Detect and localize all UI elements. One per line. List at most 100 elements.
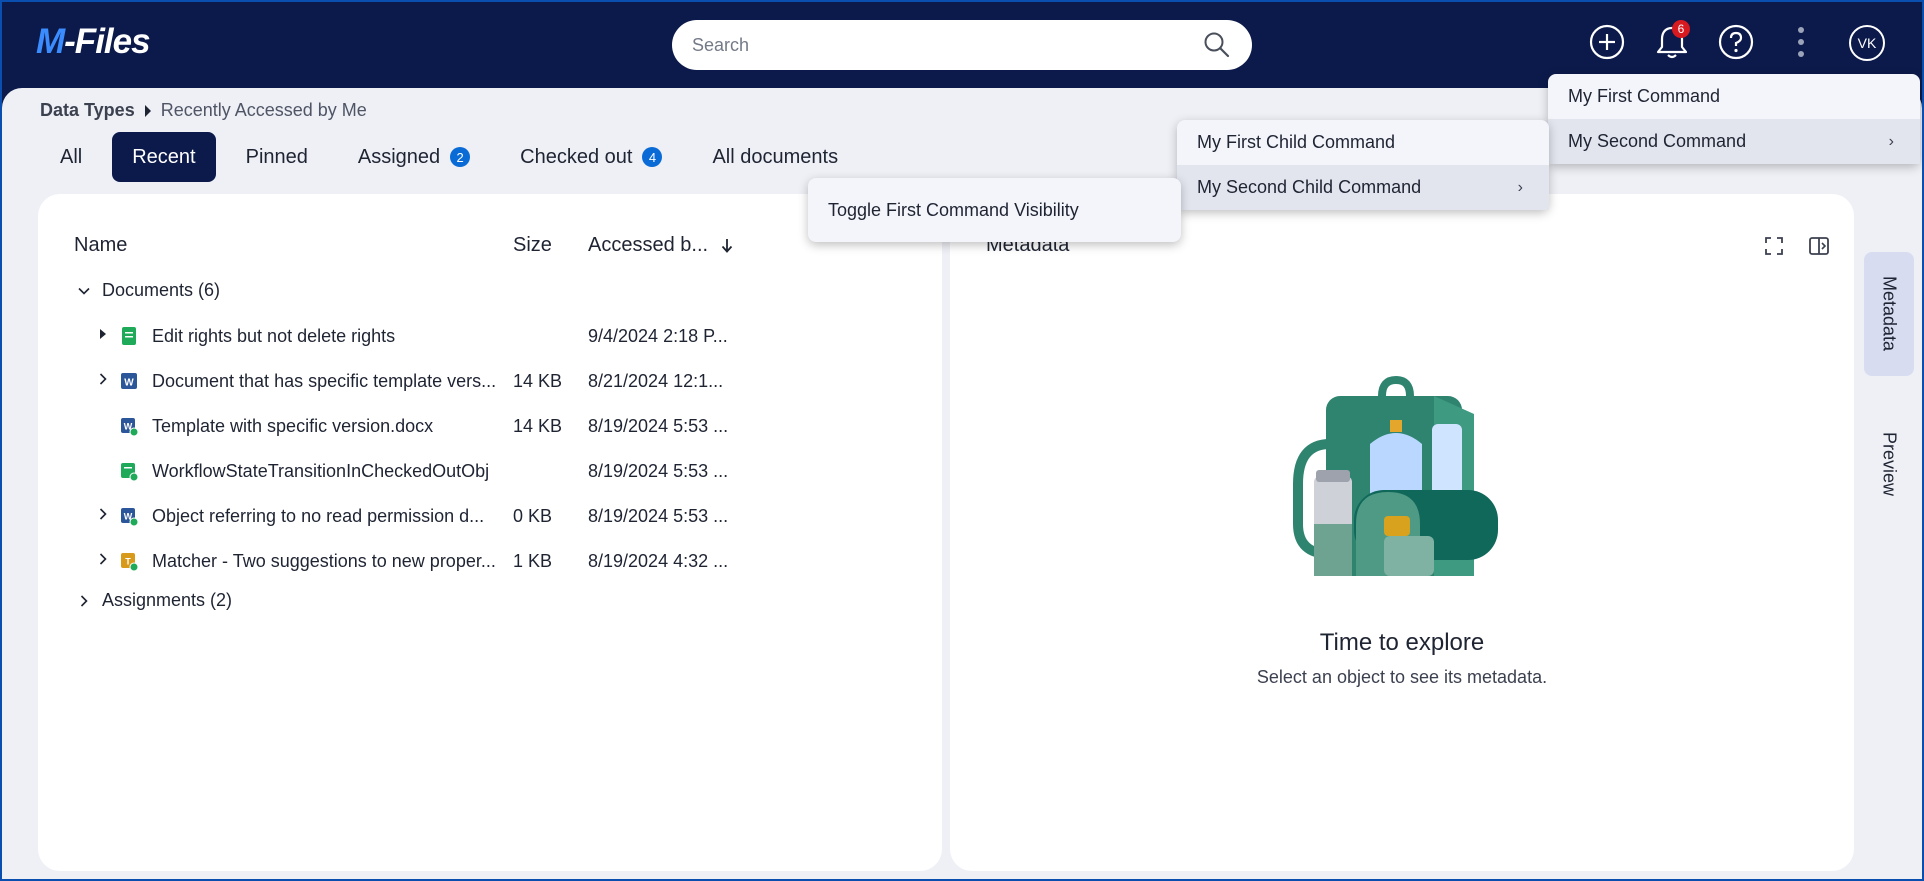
group-label: Assignments (2): [102, 590, 233, 610]
list-item[interactable]: W Object referring to no read permission…: [38, 496, 942, 536]
rail-tab-preview[interactable]: Preview: [1864, 402, 1914, 526]
menu-item-label: My Second Command: [1568, 131, 1747, 151]
item-date: 8/19/2024 4:32 ...: [588, 551, 729, 571]
tab-label: Recent: [132, 145, 196, 168]
tab-checked-out[interactable]: Checked out 4: [500, 132, 682, 182]
tab-label: Pinned: [245, 145, 308, 168]
list-item[interactable]: W Template with specific version.docx 14…: [38, 406, 942, 446]
list-item[interactable]: T Matcher - Two suggestions to new prope…: [38, 541, 942, 581]
notifications-button[interactable]: 6: [1652, 20, 1692, 62]
tab-label: All documents: [712, 145, 839, 168]
breadcrumb-current: Recently Accessed by Me: [160, 100, 367, 120]
svg-text:W: W: [124, 378, 134, 389]
search-bar: [672, 20, 1252, 70]
list-item[interactable]: W Document that has specific template ve…: [38, 361, 942, 401]
list-item[interactable]: Edit rights but not delete rights 9/4/20…: [38, 316, 942, 356]
tab-label: Assigned: [357, 145, 441, 168]
chevron-right-icon[interactable]: [96, 371, 110, 387]
column-header-accessed[interactable]: Accessed b...: [588, 234, 708, 257]
user-avatar[interactable]: VK: [1849, 25, 1885, 61]
empty-state: Time to explore Select an object to see …: [950, 374, 1854, 688]
menu-item-first-command[interactable]: My First Command: [1548, 74, 1920, 119]
group-documents[interactable]: Documents (6): [74, 280, 220, 301]
item-size: 0 KB: [513, 506, 553, 526]
breadcrumb-root[interactable]: Data Types: [40, 100, 135, 121]
item-date: 8/19/2024 5:53 ...: [588, 416, 729, 436]
tab-label: Checked out: [520, 145, 633, 168]
green-doc-check-icon: [121, 463, 138, 481]
tab-all[interactable]: All: [40, 132, 102, 182]
chevron-down-icon: [78, 287, 90, 295]
item-date: 8/19/2024 5:53 ...: [588, 506, 729, 526]
fullscreen-icon[interactable]: [1762, 234, 1786, 258]
group-label: Documents (6): [102, 280, 221, 300]
item-date: 9/4/2024 2:18 P...: [588, 326, 728, 346]
view-tabs: All Recent Pinned Assigned 2 Checked out 4…: [40, 132, 868, 182]
menu-item-label: My First Command: [1568, 86, 1721, 106]
add-button[interactable]: [1587, 22, 1627, 62]
empty-state-title: Time to explore: [1319, 629, 1485, 656]
item-name: Object referring to no read permission d…: [152, 506, 485, 526]
chevron-right-icon[interactable]: [96, 506, 110, 522]
word-doc-icon: W: [121, 373, 137, 389]
collapse-panel-icon[interactable]: [1807, 234, 1831, 258]
chevron-right-icon: [80, 594, 88, 607]
tab-pinned[interactable]: Pinned: [226, 132, 328, 182]
search-input[interactable]: [692, 34, 1202, 56]
tab-label: All: [60, 145, 83, 168]
menu-item-toggle-first-command-visibility[interactable]: Toggle First Command Visibility: [808, 178, 1181, 242]
menu-item-label: My Second Child Command: [1197, 177, 1422, 197]
m-files-logo[interactable]: M-Files: [36, 22, 151, 62]
menu-item-first-child-command[interactable]: My First Child Command: [1177, 120, 1549, 165]
logo-suffix: -Files: [64, 22, 150, 61]
item-name: Edit rights but not delete rights: [152, 326, 396, 346]
word-doc-check-icon: W: [121, 508, 138, 526]
green-doc-icon: [122, 327, 136, 345]
rail-tab-metadata[interactable]: Metadata: [1864, 252, 1914, 376]
tab-count-badge: 4: [642, 147, 663, 167]
chevron-right-icon[interactable]: [96, 551, 110, 567]
plus-circle-icon: [1589, 24, 1625, 60]
caret-right-solid-icon[interactable]: [96, 326, 110, 342]
question-circle-icon: [1718, 24, 1754, 60]
backpack-illustration-icon: [1293, 375, 1498, 576]
kebab-icon: [1798, 27, 1804, 57]
column-header-size[interactable]: Size: [513, 234, 552, 257]
object-list-pane: Name Size Accessed b... Documents (6) Ed…: [38, 194, 942, 871]
arrow-down-icon[interactable]: [720, 236, 734, 256]
item-date: 8/19/2024 5:53 ...: [588, 461, 729, 481]
notification-count-badge: 6: [1672, 20, 1690, 38]
menu-item-second-command[interactable]: My Second Command ›: [1548, 119, 1920, 164]
logo-prefix: M: [36, 22, 65, 61]
tab-recent[interactable]: Recent: [112, 132, 216, 182]
column-header-name[interactable]: Name: [74, 234, 127, 257]
group-assignments[interactable]: Assignments (2): [74, 590, 232, 611]
menu-item-label: My First Child Command: [1197, 132, 1396, 152]
breadcrumb-separator-icon: [144, 104, 151, 117]
word-doc-check-icon: W: [121, 418, 138, 436]
search-icon[interactable]: [1202, 30, 1232, 60]
chevron-right-icon: ›: [1888, 132, 1894, 150]
more-menu-button[interactable]: [1781, 22, 1821, 62]
item-name: Matcher - Two suggestions to new proper.…: [152, 551, 496, 571]
item-size: 14 KB: [513, 416, 563, 436]
tab-all-documents[interactable]: All documents: [692, 132, 858, 182]
list-item[interactable]: WorkflowStateTransitionInCheckedOutObj 8…: [38, 451, 942, 491]
more-commands-menu: My First Command My Second Command ›: [1548, 74, 1920, 164]
item-name: Document that has specific template vers…: [152, 371, 497, 391]
item-size: 14 KB: [513, 371, 563, 391]
item-date: 8/21/2024 12:1...: [588, 371, 724, 391]
child-commands-menu: My First Child Command My Second Child C…: [1177, 120, 1549, 210]
item-name: Template with specific version.docx: [152, 416, 434, 436]
orange-doc-check-icon: T: [121, 553, 138, 571]
menu-item-second-child-command[interactable]: My Second Child Command ›: [1177, 165, 1549, 210]
item-size: 1 KB: [513, 551, 553, 571]
menu-item-label: Toggle First Command Visibility: [828, 199, 1079, 220]
help-button[interactable]: [1716, 22, 1756, 62]
empty-state-subtitle: Select an object to see its metadata.: [1256, 667, 1548, 687]
breadcrumb: Data Types Recently Accessed by Me: [40, 100, 367, 121]
grandchild-commands-menu: Toggle First Command Visibility: [808, 178, 1181, 242]
chevron-right-icon: ›: [1517, 178, 1523, 196]
metadata-pane: Metadata Time to explore Select an objec…: [950, 194, 1854, 871]
tab-assigned[interactable]: Assigned 2: [338, 132, 490, 182]
